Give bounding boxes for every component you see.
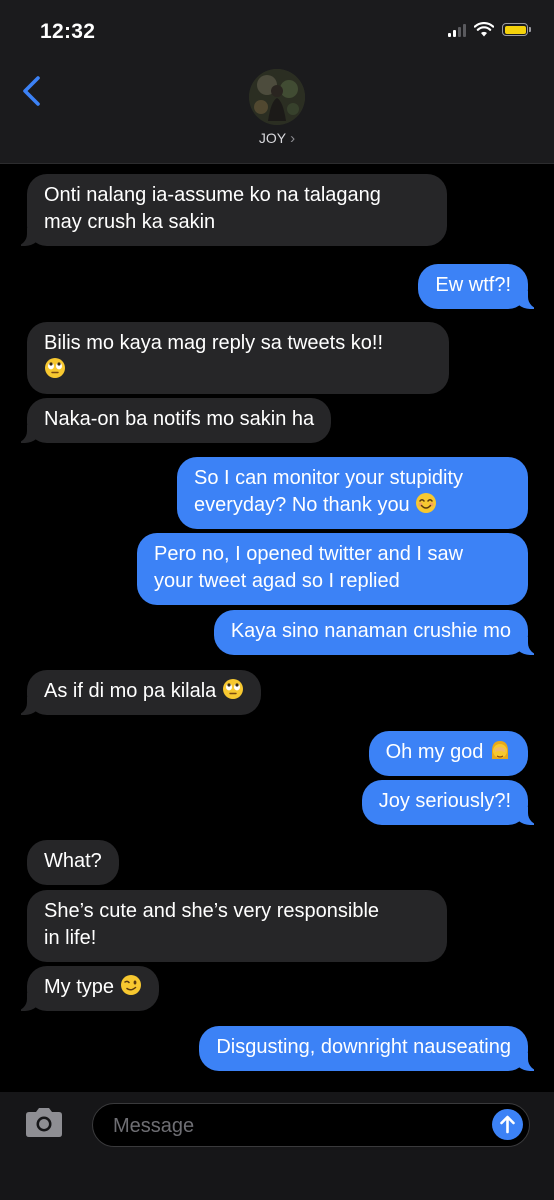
message-text: Ew wtf?! [435, 274, 511, 296]
message-bubble-outgoing[interactable]: Ew wtf?! [418, 264, 540, 309]
camera-icon [26, 1108, 62, 1137]
cellular-signal-icon [448, 23, 466, 37]
face-with-rolling-eyes-icon [44, 357, 66, 379]
face-with-rolling-eyes-icon [222, 678, 244, 700]
smiling-face-with-smiling-eyes-icon [415, 492, 437, 514]
message-text: Joy seriously?! [378, 790, 511, 812]
message-bubble-incoming[interactable]: As if di mo pa kilala [15, 670, 261, 715]
contact-avatar[interactable] [249, 69, 305, 125]
contact-name-button[interactable]: JOY › [0, 130, 554, 147]
arrow-up-icon [500, 1115, 515, 1134]
chevron-left-icon [23, 76, 40, 106]
chevron-right-icon: › [290, 130, 296, 147]
message-input-container [92, 1103, 530, 1147]
message-text: Bilis mo kaya mag reply sa tweets ko!! [44, 332, 383, 381]
messages-screen: 12:32 JOY › Onti nalang ia-assume ko na … [0, 0, 554, 1200]
back-button[interactable] [18, 72, 48, 112]
message-bubble-outgoing[interactable]: Oh my god [368, 731, 528, 776]
message-bubble-incoming[interactable]: Onti nalang ia-assume ko na talagang may … [15, 174, 447, 246]
message-bubble-outgoing[interactable]: Kaya sino nanaman crushie mo [213, 610, 541, 655]
winking-face-icon [120, 974, 142, 996]
message-bubble-incoming[interactable]: What? [27, 840, 119, 885]
conversation-header: 12:32 JOY › [0, 0, 554, 164]
message-bubble-incoming[interactable]: Naka-on ba notifs mo sakin ha [14, 398, 332, 443]
message-text: Disgusting, downright nauseating [216, 1036, 511, 1058]
contact-name: JOY [258, 130, 287, 146]
message-input[interactable] [111, 1112, 475, 1140]
message-text: Kaya sino nanaman crushie mo [230, 620, 511, 642]
message-composer [0, 1092, 554, 1200]
message-bubble-incoming[interactable]: Bilis mo kaya mag reply sa tweets ko!! [27, 322, 449, 394]
message-bubble-incoming[interactable]: She’s cute and she’s very responsible in … [27, 890, 447, 962]
status-time: 12:32 [40, 20, 96, 43]
message-text: My type [44, 974, 142, 998]
message-text: As if di mo pa kilala [44, 678, 244, 702]
message-text: Onti nalang ia-assume ko na talagang may … [44, 184, 381, 233]
send-button[interactable] [492, 1109, 523, 1140]
message-bubble-outgoing[interactable]: Joy seriously?! [361, 780, 541, 825]
message-text: She’s cute and she’s very responsible in … [44, 900, 380, 949]
message-bubble-outgoing[interactable]: So I can monitor your stupidity everyday?… [177, 457, 528, 529]
avatar-photo [249, 69, 305, 125]
status-icons [448, 22, 531, 37]
message-text: Pero no, I opened twitter and I saw your … [154, 543, 464, 592]
message-text: What? [44, 850, 102, 872]
camera-button[interactable] [22, 1106, 66, 1140]
message-text: So I can monitor your stupidity everyday?… [194, 467, 464, 516]
woman-facepalming-icon [489, 739, 511, 761]
message-text: Oh my god [386, 741, 511, 763]
message-text: Naka-on ba notifs mo sakin ha [44, 408, 315, 430]
message-bubble-outgoing[interactable]: Disgusting, downright nauseating [199, 1026, 540, 1071]
battery-icon [502, 23, 531, 36]
wifi-icon [474, 22, 494, 37]
message-bubble-outgoing[interactable]: Pero no, I opened twitter and I saw your … [137, 533, 528, 605]
message-bubble-incoming[interactable]: My type [15, 966, 159, 1011]
